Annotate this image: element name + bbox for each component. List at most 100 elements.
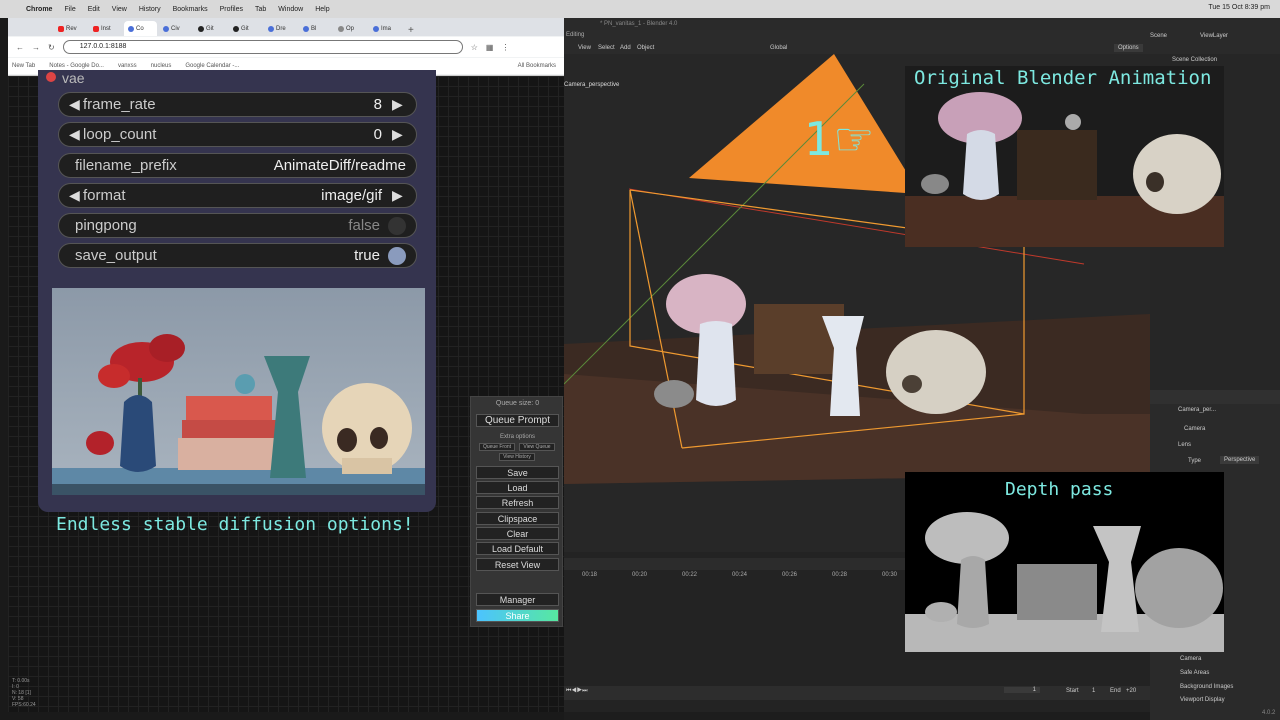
widget-frame-rate[interactable]: ◀ frame_rate 8 ▶ <box>58 92 417 117</box>
properties-search[interactable] <box>1150 390 1280 404</box>
star-icon[interactable]: ☆ <box>471 43 478 52</box>
blender-title: * PN_vanitas_1 - Blender 4.0 <box>564 18 1280 30</box>
bookmark[interactable]: Google Calendar -... <box>185 63 239 69</box>
caption-text: Endless stable diffusion options! <box>56 514 414 535</box>
widget-filename-prefix[interactable]: filename_prefix AnimateDiff/readme <box>58 153 417 178</box>
save-button[interactable]: Save <box>476 466 559 479</box>
queue-prompt-button[interactable]: Queue Prompt <box>476 414 559 427</box>
browser-tab[interactable]: Git <box>194 21 227 36</box>
bookmark[interactable]: vanxss <box>118 63 137 69</box>
widget-value: 8 <box>373 96 382 113</box>
toggle-off-icon[interactable] <box>388 216 406 235</box>
mode-label[interactable]: Editing <box>566 32 584 38</box>
browser-tab-active[interactable]: Co <box>124 21 157 36</box>
widget-save-output[interactable]: save_output true <box>58 243 417 268</box>
safe-areas-section[interactable]: Safe Areas <box>1180 670 1209 676</box>
menu-object-blender[interactable]: Object <box>637 45 654 51</box>
projection-type-dropdown[interactable]: Perspective <box>1220 456 1260 464</box>
tab-label: Git <box>206 25 214 32</box>
manager-button[interactable]: Manager <box>476 593 559 606</box>
start-field[interactable]: 1 <box>1092 688 1095 694</box>
options-dropdown[interactable]: Options <box>1114 44 1143 52</box>
viewport-display-section[interactable]: Viewport Display <box>1180 697 1225 703</box>
original-animation-title: Original Blender Animation <box>914 67 1212 89</box>
all-bookmarks[interactable]: All Bookmarks <box>518 63 556 69</box>
current-frame-field[interactable]: 1 <box>1004 687 1040 693</box>
browser-chrome: Rev Inst Co Civ Git Git Dre Bl Op Ima + … <box>8 18 564 76</box>
clock: Tue 15 Oct 8:39 pm <box>1208 4 1270 11</box>
menu-file[interactable]: File <box>64 6 75 13</box>
menu-profiles[interactable]: Profiles <box>220 6 243 13</box>
widget-loop-count[interactable]: ◀ loop_count 0 ▶ <box>58 122 417 147</box>
toggle-on-icon[interactable] <box>388 246 406 265</box>
menu-bookmarks[interactable]: Bookmarks <box>173 6 208 13</box>
widget-format[interactable]: ◀ format image/gif ▶ <box>58 183 417 208</box>
type-label: Type <box>1188 458 1202 464</box>
browser-tab[interactable]: Ima <box>369 21 402 36</box>
view-queue-button[interactable]: View Queue <box>519 443 555 451</box>
increment-arrow-icon[interactable]: ▶ <box>392 187 406 204</box>
tab-label: Dre <box>276 25 286 32</box>
menu-view-blender[interactable]: View <box>578 45 591 51</box>
menu-add-blender[interactable]: Add <box>620 45 631 51</box>
increment-arrow-icon[interactable]: ▶ <box>392 126 406 143</box>
menu-help[interactable]: Help <box>315 6 329 13</box>
increment-arrow-icon[interactable]: ▶ <box>392 96 406 113</box>
reset-view-button[interactable]: Reset View <box>476 558 559 571</box>
widget-pingpong[interactable]: pingpong false <box>58 213 417 238</box>
decrement-arrow-icon[interactable]: ◀ <box>69 187 83 204</box>
clipspace-button[interactable]: Clipspace <box>476 512 559 525</box>
back-icon[interactable]: ← <box>16 43 24 52</box>
timeline-tick: 00:26 <box>782 572 798 578</box>
refresh-button[interactable]: Refresh <box>476 496 559 509</box>
browser-tab[interactable]: Inst <box>89 21 122 36</box>
forward-icon[interactable]: → <box>32 43 40 52</box>
scene-field[interactable]: Scene <box>1150 33 1167 39</box>
bookmark[interactable]: Notes - Google Do... <box>49 63 104 69</box>
browser-tab[interactable]: Bl <box>299 21 332 36</box>
new-tab-icon[interactable]: + <box>408 25 414 36</box>
extensions-icon[interactable]: ▦ <box>486 43 494 52</box>
load-button[interactable]: Load <box>476 481 559 494</box>
load-default-button[interactable]: Load Default <box>476 542 559 555</box>
menu-tab[interactable]: Tab <box>255 6 266 13</box>
background-images-section[interactable]: Background Images <box>1180 684 1233 690</box>
camera-name-label: Camera_perspective <box>564 82 620 88</box>
menu-chrome[interactable]: Chrome <box>26 6 52 13</box>
browser-tab[interactable]: Civ <box>159 21 192 36</box>
menu-dots-icon[interactable]: ⋮ <box>501 43 509 52</box>
scene-collection-label: Scene Collection <box>1172 57 1218 63</box>
browser-tab[interactable]: Git <box>229 21 262 36</box>
tab-strip: Rev Inst Co Civ Git Git Dre Bl Op Ima + <box>8 18 564 36</box>
browser-tab[interactable]: Op <box>334 21 367 36</box>
menu-history[interactable]: History <box>139 6 161 13</box>
bookmark[interactable]: nucleus <box>151 63 172 69</box>
object-name-field[interactable]: Camera_per... <box>1178 407 1216 413</box>
clear-button[interactable]: Clear <box>476 527 559 540</box>
decrement-arrow-icon[interactable]: ◀ <box>69 96 83 113</box>
end-field[interactable]: +20 <box>1126 688 1136 694</box>
view-history-button[interactable]: View History <box>499 453 535 461</box>
extra-options-checkbox[interactable]: Extra options <box>471 434 564 440</box>
url-input[interactable]: 127.0.0.1:8188 <box>62 40 463 54</box>
menu-window[interactable]: Window <box>278 6 303 13</box>
orientation-dropdown[interactable]: Global <box>770 45 787 51</box>
reload-icon[interactable]: ↻ <box>48 43 55 52</box>
queue-front-button[interactable]: Queue Front <box>479 443 515 451</box>
browser-tab[interactable]: Dre <box>264 21 297 36</box>
camera-section[interactable]: Camera <box>1180 656 1201 662</box>
camera-data-field[interactable]: Camera <box>1184 426 1205 432</box>
github-icon <box>233 25 239 32</box>
bookmark[interactable]: New Tab <box>12 63 35 69</box>
widget-label: save_output <box>75 247 157 264</box>
menu-edit[interactable]: Edit <box>88 6 100 13</box>
playback-controls-icon[interactable]: ⏮◀▶⏭ <box>566 688 588 695</box>
viewlayer-field[interactable]: ViewLayer <box>1200 33 1228 39</box>
lens-section[interactable]: Lens <box>1178 442 1191 448</box>
start-label: Start <box>1066 688 1079 694</box>
decrement-arrow-icon[interactable]: ◀ <box>69 126 83 143</box>
share-button[interactable]: Share <box>476 609 559 622</box>
menu-select-blender[interactable]: Select <box>598 45 615 51</box>
menu-view[interactable]: View <box>112 6 127 13</box>
browser-tab[interactable]: Rev <box>54 21 87 36</box>
